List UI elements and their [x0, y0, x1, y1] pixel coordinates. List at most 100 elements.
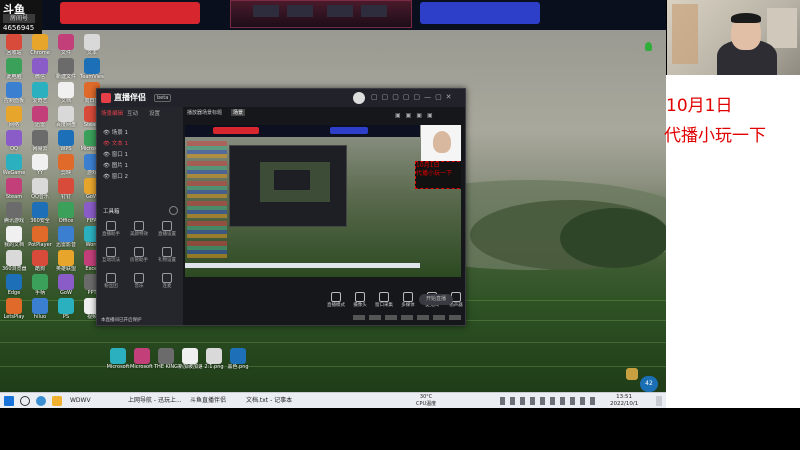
desktop-icon[interactable]: 网络 [2, 106, 26, 128]
desktop-icon[interactable]: 360安全 [28, 202, 52, 224]
tool-button[interactable]: 美颜特效 [129, 221, 149, 238]
desktop-icon[interactable]: 网易云 [28, 130, 52, 152]
desktop-icon[interactable]: Chrome [28, 34, 52, 56]
tree-icon[interactable] [645, 42, 652, 51]
taskbar-app-icon-1[interactable] [36, 396, 46, 406]
desktop-icon-label: 文本 [86, 50, 97, 56]
tool-button[interactable]: 连麦 [157, 273, 177, 290]
window-controls[interactable]: ▢▢▢▢▢—▢✕ [371, 93, 456, 101]
tool-button[interactable]: 直播助手 [101, 221, 121, 238]
desktop-icon[interactable]: 腾讯游戏 [2, 202, 26, 224]
app-icon [6, 250, 22, 266]
desktop-icon[interactable]: 手柄 [28, 274, 52, 296]
desktop-icon[interactable]: hiluo [28, 298, 52, 320]
search-icon[interactable] [20, 396, 30, 406]
tools-toggle-icon[interactable] [169, 206, 178, 215]
tab-settings[interactable]: 设置 [149, 109, 160, 117]
taskbar-app[interactable]: WDWV [70, 395, 91, 407]
desktop-icon[interactable]: 爱奇艺 [28, 82, 52, 104]
tool-icon [134, 273, 144, 283]
desktop-icon[interactable]: 新加坡加速... [178, 348, 202, 370]
system-tray-icons[interactable] [500, 397, 600, 405]
desktop-icon[interactable]: 360浏览器 [2, 250, 26, 272]
desktop-icon[interactable]: 文档 [54, 82, 78, 104]
tab-interact[interactable]: 互动 [127, 109, 138, 117]
desktop-icon[interactable]: 回收站 [2, 34, 26, 56]
taskbar-app[interactable]: 文档.txt - 记事本 [246, 395, 292, 407]
app-icon [58, 250, 74, 266]
desktop-icon[interactable]: 2:1.png [202, 348, 226, 370]
desktop-icon[interactable]: GoW [54, 274, 78, 296]
desktop-icon-label: 控制面板 [3, 98, 24, 104]
desktop-icon[interactable]: 英雄联盟 [54, 250, 78, 272]
desktop-icon[interactable]: PotPlayer [28, 226, 52, 248]
tool-button[interactable]: 互动玩法 [101, 247, 121, 264]
desktop-icon[interactable]: 控制面板 [2, 82, 26, 104]
desktop-icon[interactable]: WeGame [2, 154, 26, 176]
tab-scene[interactable]: 场景编辑 [101, 109, 123, 117]
desktop-icon[interactable]: WPS [54, 130, 78, 152]
desktop-icon[interactable]: YY [28, 154, 52, 176]
scene-item[interactable]: 👁 场景 1 [103, 129, 128, 138]
live-companion-window[interactable]: 直播伴侣 beta ▢▢▢▢▢—▢✕ 场景编辑 互动 设置 👁 场景 1 👁 文本… [96, 88, 466, 326]
desktop-icon-label: Microsoft [106, 364, 130, 370]
desktop-icon[interactable]: 百度网盘 [54, 106, 78, 128]
show-desktop-button[interactable] [656, 396, 662, 406]
weather-widget[interactable]: 30°C CPU温度 [416, 394, 436, 408]
notification-app-icon[interactable] [626, 368, 638, 380]
desktop-icon[interactable]: LetsPlay [2, 298, 26, 320]
start-menu-icon[interactable] [4, 396, 14, 406]
scene-item[interactable]: 👁 窗口 2 [103, 173, 128, 182]
taskbar-app[interactable]: 斗鱼直播伴侣 [190, 395, 226, 407]
platform-logo-sub: 房间号 [3, 14, 35, 23]
desktop-icon[interactable]: Steam [2, 178, 26, 200]
scene-item[interactable]: 👁 文本 1 [103, 140, 128, 149]
volume-badge[interactable]: 42 [640, 376, 658, 392]
taskbar-app[interactable]: 上网导航 - 迅玩上... [128, 395, 182, 407]
desktop-icon[interactable]: 新建文件 [54, 58, 78, 80]
desktop-icon[interactable]: 文本 [80, 34, 104, 56]
desktop-icon[interactable]: Microsoft [106, 348, 130, 370]
desktop-icon[interactable]: THE KING OF FIGH... [154, 348, 178, 370]
desktop-icon[interactable]: Microsoft Edge [130, 348, 154, 370]
tool-icon [162, 221, 172, 231]
desktop-icon[interactable]: 微信 [28, 58, 52, 80]
tool-button[interactable]: 直播设置 [157, 221, 177, 238]
avatar[interactable] [353, 92, 365, 104]
desktop-icon[interactable]: 我的文档 [2, 226, 26, 248]
desktop-icon[interactable]: 此电脑 [2, 58, 26, 80]
desktop-icon[interactable]: 剪映 [54, 154, 78, 176]
start-live-button[interactable]: 开始直播 [419, 294, 453, 305]
tool-button[interactable]: 音乐 [129, 273, 149, 290]
desktop-icon-label: YY [36, 170, 44, 176]
bottom-action-button[interactable]: 直播模式 [323, 292, 349, 309]
desktop-icon[interactable]: QQ音乐 [28, 178, 52, 200]
app-icon [6, 154, 22, 170]
bottom-action-button[interactable]: 窗口采集 [371, 292, 397, 309]
desktop-icon[interactable]: Office [54, 202, 78, 224]
clock[interactable]: 13:51 2022/10/1 [610, 394, 638, 408]
desktop-icon[interactable]: 钉钉 [54, 178, 78, 200]
desktop-icon[interactable]: Edge [2, 274, 26, 296]
bottom-action-button[interactable]: 多媒体 [395, 292, 421, 309]
preview-toolbar-icons[interactable]: ▣▣▣▣ [395, 112, 465, 120]
scene-item[interactable]: 👁 窗口 1 [103, 151, 128, 160]
desktop-icon[interactable]: QQ [2, 130, 26, 152]
tool-button[interactable]: 房管助手 [129, 247, 149, 264]
scene-item[interactable]: 👁 图片 1 [103, 162, 128, 171]
desktop-icon[interactable]: TeamViewer [80, 58, 104, 80]
top-banner [0, 0, 666, 30]
desktop-icon[interactable]: 迅雷影音 [54, 226, 78, 248]
desktop-icon[interactable]: 迅雷 [28, 106, 52, 128]
tool-button[interactable]: 粉丝团 [101, 273, 121, 290]
desktop-icon[interactable]: 文件 [54, 34, 78, 56]
file-explorer-icon[interactable] [52, 396, 62, 406]
desktop-icon[interactable]: PS [54, 298, 78, 320]
desktop-icon[interactable]: 酷狗 [28, 250, 52, 272]
tool-button[interactable]: 礼物设置 [157, 247, 177, 264]
preview-canvas[interactable]: 10月1日 代播小玩一下 [185, 125, 461, 277]
desktop-icon[interactable]: 黑色.png [226, 348, 250, 370]
bottom-action-button[interactable]: 摄像头 [347, 292, 373, 309]
app-icon [110, 348, 126, 364]
app-icon [58, 82, 74, 98]
